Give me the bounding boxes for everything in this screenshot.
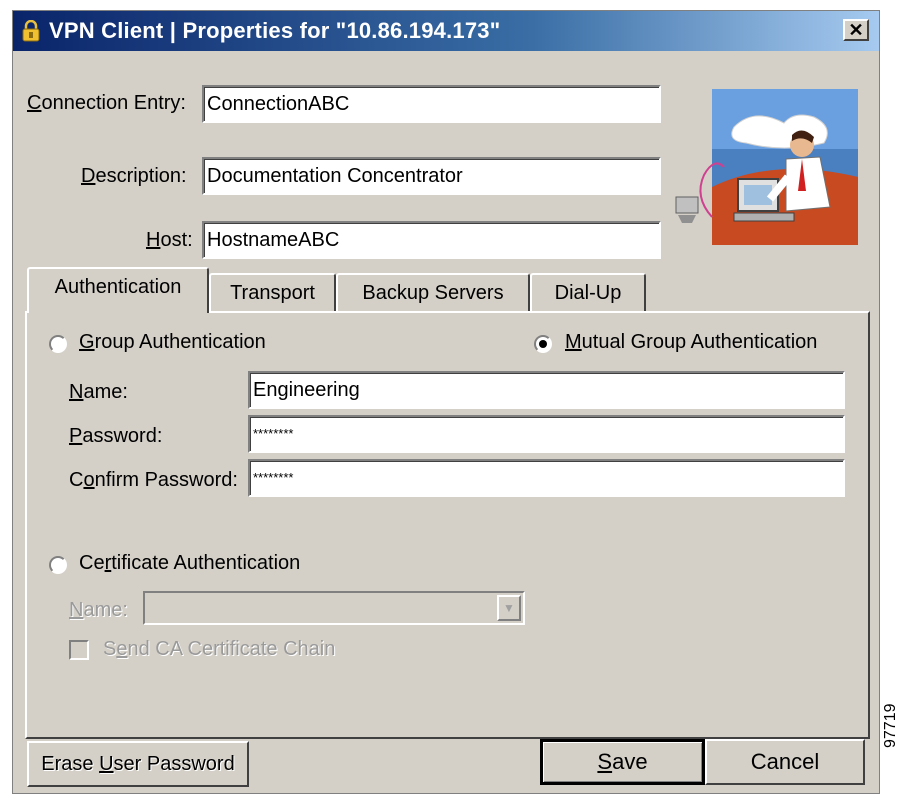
save-button[interactable]: Save	[540, 739, 705, 785]
tab-dial-up[interactable]: Dial-Up	[530, 273, 646, 313]
tab-transport[interactable]: Transport	[209, 273, 336, 313]
connection-entry-field[interactable]: ConnectionABC	[202, 85, 661, 123]
description-label: Description:	[81, 165, 187, 187]
certificate-name-select[interactable]: ▼	[143, 591, 525, 625]
close-button[interactable]: ✕	[843, 19, 869, 41]
chevron-down-icon[interactable]: ▼	[497, 595, 521, 621]
certificate-auth-radio[interactable]	[49, 556, 67, 574]
group-name-field[interactable]: Engineering	[248, 371, 845, 409]
password-label: Password:	[69, 425, 163, 447]
tab-authentication[interactable]: Authentication	[27, 267, 209, 313]
tab-backup-servers[interactable]: Backup Servers	[336, 273, 530, 313]
host-label: Host:	[146, 229, 193, 251]
vpn-illustration	[674, 87, 858, 247]
group-auth-radio[interactable]	[49, 335, 67, 353]
password-field[interactable]: ********	[248, 415, 845, 453]
mutual-group-auth-radio[interactable]	[534, 335, 552, 353]
host-field[interactable]: HostnameABC	[202, 221, 661, 259]
certificate-auth-label[interactable]: Certificate Authentication	[79, 552, 300, 575]
send-ca-chain-checkbox[interactable]	[69, 640, 89, 660]
group-name-label: Name:	[69, 381, 128, 403]
erase-user-password-button[interactable]: Erase User Password	[27, 741, 249, 787]
window-title: VPN Client | Properties for "10.86.194.1…	[49, 18, 501, 43]
description-field[interactable]: Documentation Concentrator	[202, 157, 661, 195]
vpn-lock-icon	[21, 19, 41, 42]
group-auth-label[interactable]: Group Authentication	[79, 331, 266, 354]
mutual-group-auth-label[interactable]: Mutual Group Authentication	[565, 331, 817, 354]
confirm-password-field[interactable]: ********	[248, 459, 845, 497]
send-ca-chain-label[interactable]: Send CA Certificate Chain	[103, 638, 335, 661]
connection-entry-label: Connection Entry:	[27, 92, 186, 114]
close-icon: ✕	[848, 19, 864, 40]
vpn-properties-dialog: VPN Client | Properties for "10.86.194.1…	[12, 10, 880, 794]
confirm-password-label: Confirm Password:	[69, 469, 238, 491]
cancel-button[interactable]: Cancel	[705, 739, 865, 785]
figure-id: 97719	[882, 703, 899, 749]
title-bar[interactable]: VPN Client | Properties for "10.86.194.1…	[13, 11, 879, 51]
radio-selected-dot	[539, 340, 547, 348]
certificate-name-label: Name:	[69, 599, 128, 621]
